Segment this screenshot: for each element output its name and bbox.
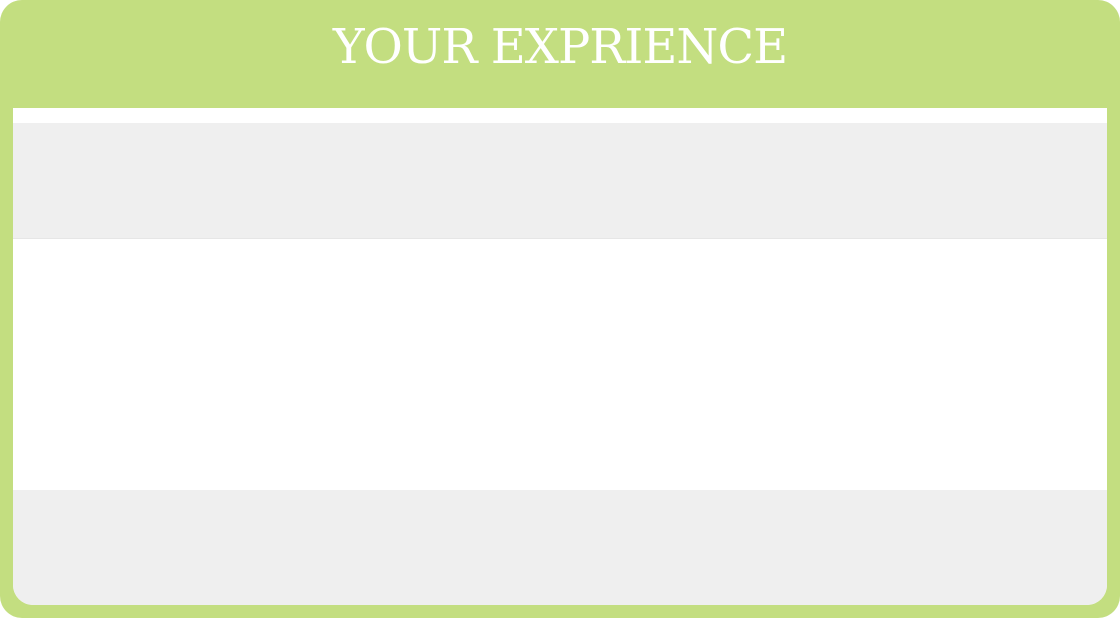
experience-card: YOUR EXPRIENCE: [0, 0, 1120, 618]
experience-row-3: [13, 490, 1107, 605]
experience-row-1: [13, 123, 1107, 239]
card-title: YOUR EXPRIENCE: [332, 19, 788, 75]
card-body: [13, 108, 1107, 605]
experience-row-2: [13, 239, 1107, 490]
card-header: YOUR EXPRIENCE: [0, 0, 1120, 108]
